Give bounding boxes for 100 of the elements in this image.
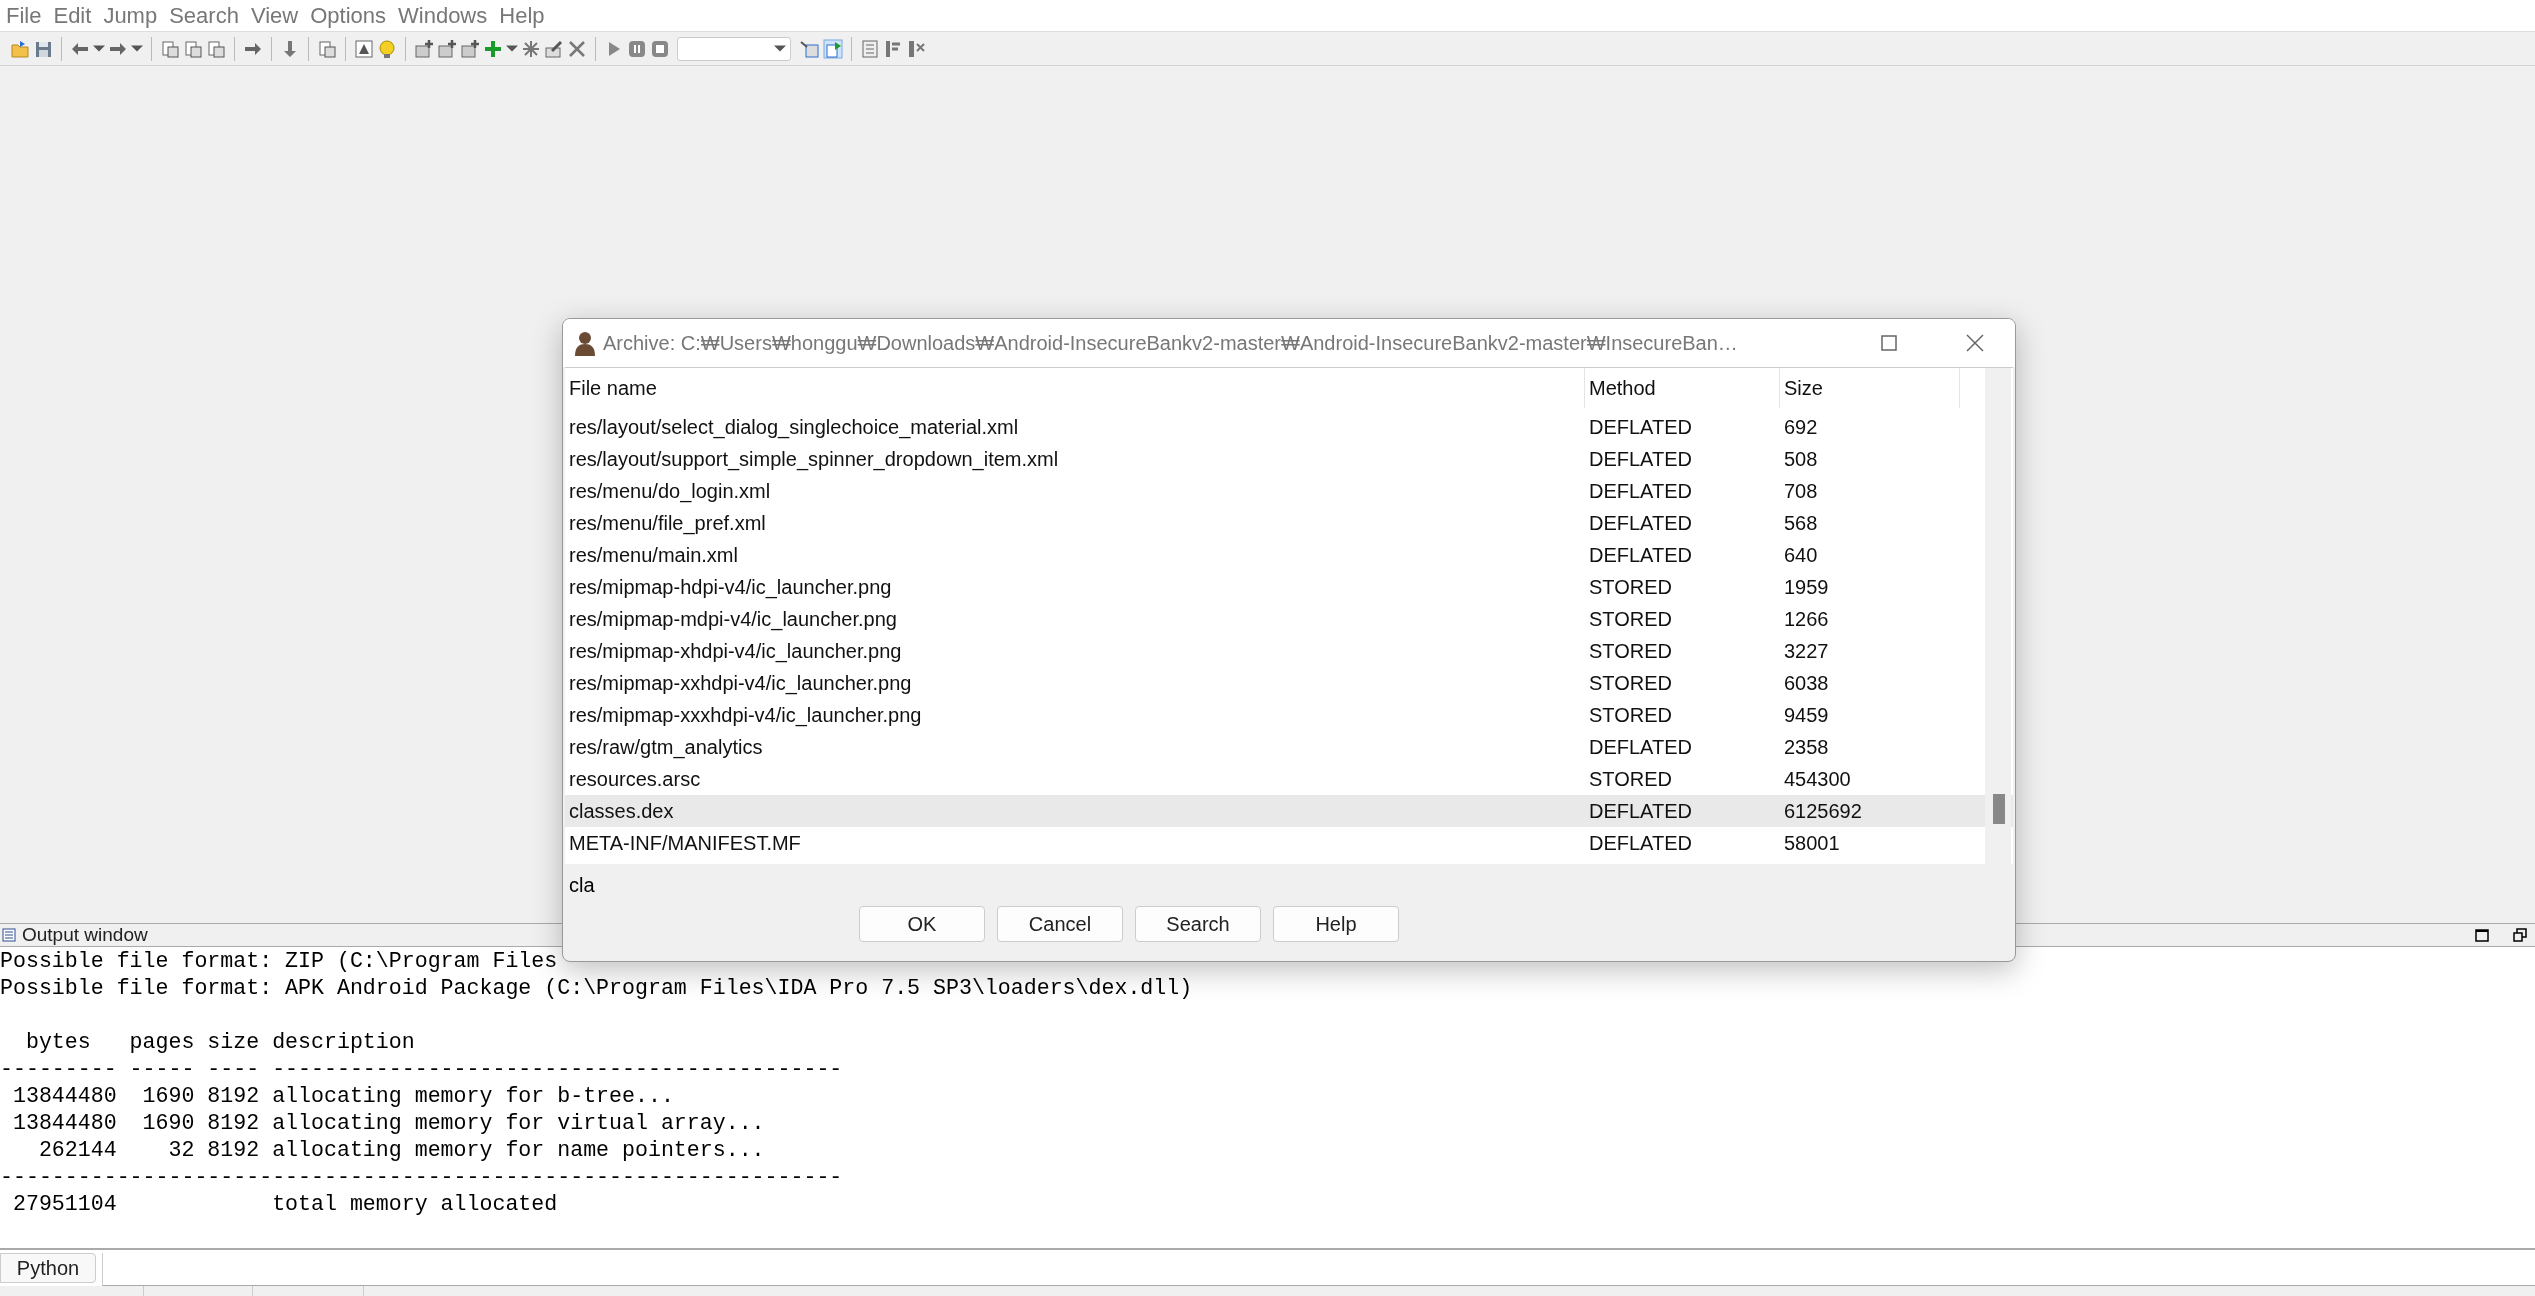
file-row[interactable]: res/menu/main.xml DEFLATED 640 xyxy=(565,539,2013,571)
method-cell-text: STORED xyxy=(1588,703,1673,727)
list-icon[interactable] xyxy=(860,38,880,59)
file-name: res/layout/support_simple_spinner_dropdown_item.xml xyxy=(568,447,1060,471)
file-name: res/menu/main.xml xyxy=(568,543,739,567)
bulb-icon[interactable] xyxy=(377,38,397,59)
pause-icon[interactable] xyxy=(627,38,647,59)
output-line: --------- ----- ---- -------------------------------------------- xyxy=(0,1056,844,1083)
method-cell-text: DEFLATED xyxy=(1588,735,1693,759)
menu-item[interactable]: Windows xyxy=(394,2,496,29)
add-icon[interactable] xyxy=(460,38,480,59)
file-name: res/menu/do_login.xml xyxy=(568,479,772,503)
size-cell-text: 454300 xyxy=(1783,767,1852,791)
asterisk-icon[interactable] xyxy=(521,38,541,59)
menu-item[interactable]: Search xyxy=(165,2,247,29)
plus-icon[interactable] xyxy=(483,38,503,59)
size-cell-text: 640 xyxy=(1783,543,1819,567)
menu-item[interactable]: Help xyxy=(495,2,553,29)
document-icon[interactable] xyxy=(206,38,226,59)
caret-icon[interactable] xyxy=(131,45,143,52)
python-tab[interactable]: Python xyxy=(0,1253,96,1283)
file-row[interactable]: res/mipmap-xhdpi-v4/ic_launcher.png STORED 3227 xyxy=(565,635,2013,667)
file-name: resources.arsc xyxy=(568,767,702,791)
size-cell-text: 6125692 xyxy=(1783,799,1863,823)
document-icon[interactable] xyxy=(317,38,337,59)
size-cell-text: 692 xyxy=(1783,415,1819,439)
file-row[interactable]: res/mipmap-mdpi-v4/ic_launcher.png STORED 1266 xyxy=(565,603,2013,635)
file-row[interactable]: res/mipmap-hdpi-v4/ic_launcher.png STORED 1959 xyxy=(565,571,2013,603)
maximize-icon xyxy=(1881,335,1897,351)
scroll-thumb[interactable] xyxy=(1993,794,2005,824)
edit-icon[interactable] xyxy=(544,38,564,59)
method-cell-text: DEFLATED xyxy=(1588,831,1693,855)
file-row[interactable]: res/mipmap-xxxhdpi-v4/ic_launcher.png STORED 9459 xyxy=(565,699,2013,731)
open-folder-icon[interactable] xyxy=(10,38,30,59)
column-header[interactable]: File name xyxy=(565,368,1585,408)
avatar-icon xyxy=(573,330,597,356)
file-row[interactable]: res/mipmap-xxhdpi-v4/ic_launcher.png STORED 6038 xyxy=(565,667,2013,699)
document-icon[interactable] xyxy=(160,38,180,59)
bars-icon[interactable] xyxy=(883,38,903,59)
method-cell-text: STORED xyxy=(1588,767,1673,791)
output-line: Possible file format: ZIP (C:\Program Files xyxy=(0,948,559,975)
output-line: 13844480 1690 8192 allocating memory for virtual array... xyxy=(11,1110,766,1137)
output-line: bytes pages size description xyxy=(24,1029,416,1056)
stop-icon[interactable] xyxy=(650,38,670,59)
size-cell-text: 1266 xyxy=(1783,607,1830,631)
menu-item[interactable]: Jump xyxy=(99,2,166,29)
file-row[interactable]: res/menu/file_pref.xml DEFLATED 568 xyxy=(565,507,2013,539)
method-cell-text: DEFLATED xyxy=(1588,511,1693,535)
warning-icon[interactable] xyxy=(354,38,374,59)
method-cell-text: DEFLATED xyxy=(1588,415,1693,439)
add-icon[interactable] xyxy=(414,38,434,59)
file-name: res/mipmap-xhdpi-v4/ic_launcher.png xyxy=(568,639,903,663)
file-row[interactable]: resources.arsc STORED 454300 xyxy=(565,763,2013,795)
document-icon[interactable] xyxy=(183,38,203,59)
method-cell-text: STORED xyxy=(1588,639,1673,663)
dialog-button[interactable]: Help xyxy=(1273,906,1399,942)
file-name: res/raw/gtm_analytics xyxy=(568,735,764,759)
method-cell-text: STORED xyxy=(1588,671,1673,695)
method-cell-text: DEFLATED xyxy=(1588,543,1693,567)
column-header[interactable]: Method xyxy=(1585,368,1780,408)
method-cell-text: DEFLATED xyxy=(1588,447,1693,471)
dialog-button[interactable]: OK xyxy=(859,906,985,942)
output-line: 27951104 total memory allocated xyxy=(11,1191,559,1218)
output-line: 13844480 1690 8192 allocating memory for b-tree... xyxy=(11,1083,675,1110)
caret-icon[interactable] xyxy=(506,45,518,52)
file-row[interactable]: META-INF/MANIFEST.MF DEFLATED 58001 xyxy=(565,827,2013,859)
column-header[interactable]: Size xyxy=(1780,368,1960,408)
file-row[interactable]: res/layout/support_simple_spinner_dropdown_item.xml DEFLATED 508 xyxy=(565,443,2013,475)
menu-item[interactable]: Edit xyxy=(49,2,100,29)
size-cell-text: 3227 xyxy=(1783,639,1830,663)
dialog-button[interactable]: Cancel xyxy=(997,906,1123,942)
maximize-icon[interactable] xyxy=(2475,928,2489,942)
file-name: res/layout/select_dialog_singlechoice_material.xml xyxy=(568,415,1020,439)
file-row[interactable]: classes.dex DEFLATED 6125692 xyxy=(565,795,2013,827)
menu-item[interactable]: View xyxy=(246,2,307,29)
file-row[interactable]: res/raw/gtm_analytics DEFLATED 2358 xyxy=(565,731,2013,763)
filter-field[interactable]: cla xyxy=(569,873,1169,897)
size-cell-text: 2358 xyxy=(1783,735,1830,759)
caret-icon xyxy=(774,45,786,52)
add-icon[interactable] xyxy=(437,38,457,59)
size-cell-text: 58001 xyxy=(1783,831,1841,855)
command-input-field[interactable] xyxy=(102,1253,2535,1286)
file-name: res/mipmap-hdpi-v4/ic_launcher.png xyxy=(568,575,893,599)
restore-icon[interactable] xyxy=(2513,928,2527,942)
size-cell-text: 9459 xyxy=(1783,703,1830,727)
method-cell-text: STORED xyxy=(1588,607,1673,631)
caret-icon[interactable] xyxy=(93,45,105,52)
menu-item[interactable]: File xyxy=(2,2,50,29)
output-line: Possible file format: APK Android Package (C:\Program Files\IDA Pro 7.5 SP3\loaders\dex.dll) xyxy=(0,975,1194,1002)
size-cell-text: 1959 xyxy=(1783,575,1830,599)
file-row[interactable]: res/layout/select_dialog_singlechoice_material.xml DEFLATED 692 xyxy=(565,411,2013,443)
file-row[interactable]: res/menu/do_login.xml DEFLATED 708 xyxy=(565,475,2013,507)
file-name: META-INF/MANIFEST.MF xyxy=(568,831,802,855)
close-icon[interactable] xyxy=(567,38,587,59)
menu-item[interactable]: Options xyxy=(306,2,394,29)
method-cell-text: DEFLATED xyxy=(1588,479,1693,503)
dialog-button[interactable]: Search xyxy=(1135,906,1261,942)
file-name: classes.dex xyxy=(568,799,675,823)
scrollbar[interactable] xyxy=(1985,368,2011,864)
size-cell-text: 6038 xyxy=(1783,671,1830,695)
